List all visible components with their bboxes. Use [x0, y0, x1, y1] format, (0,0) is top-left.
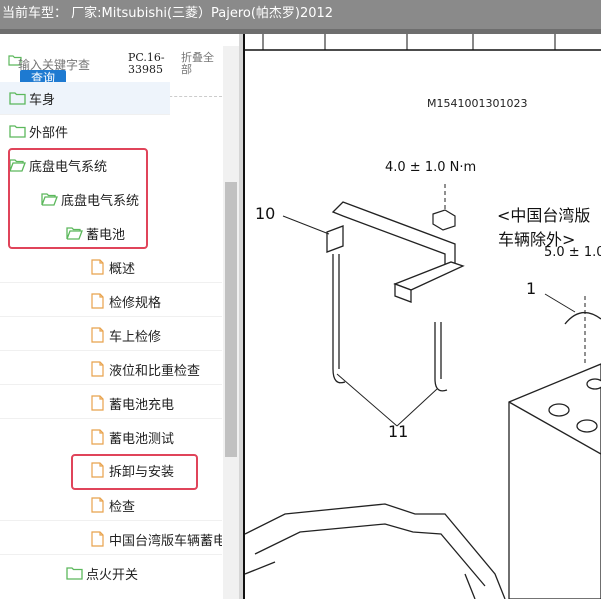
callout-1: 1 — [526, 279, 537, 298]
torque-label-top: 4.0 ± 1.0 N·m — [385, 160, 477, 175]
tree-item-ignition-switch[interactable]: 点火开关 — [0, 557, 222, 589]
tree-item-exterior[interactable]: 外部件 — [0, 115, 170, 147]
tree-item-label: 车上检修 — [109, 329, 162, 345]
callout-10: 10 — [255, 204, 276, 223]
divider — [0, 418, 222, 419]
tree-item-label: 点火开关 — [86, 567, 139, 583]
tree-item-label: 外部件 — [29, 125, 69, 141]
sidebar-scrollbar-thumb[interactable] — [225, 182, 237, 457]
tree-item-label: 蓄电池充电 — [109, 397, 175, 413]
sidebar-tree-panel: 查询 PC.16-33985 折叠全部 车身 外部件 底盘电气系统 底盘电气系统… — [0, 34, 239, 599]
document-icon — [91, 531, 104, 547]
pc-code-label: PC.16-33985 — [128, 51, 165, 76]
tree-item-overview[interactable]: 概述 — [0, 251, 222, 283]
divider — [0, 520, 222, 521]
window-title-bar: 当前车型： 厂家:Mitsubishi(三菱）Pajero(帕杰罗)2012 — [0, 0, 601, 34]
content-diagram-panel: M1541001301023 4.0 ± 1.0 N·m 5.0 ± 1.0 <… — [245, 34, 601, 599]
folder-icon — [9, 125, 26, 138]
tree-item-label: 检查 — [109, 499, 136, 515]
divider — [0, 554, 222, 555]
document-icon — [91, 429, 104, 445]
callout-11: 11 — [388, 422, 409, 441]
divider — [0, 282, 222, 283]
collapse-all-button[interactable]: 折叠全部 — [181, 52, 221, 76]
note-line-1: <中国台湾版 — [497, 206, 591, 225]
document-icon — [91, 293, 104, 309]
tree-item-inspection[interactable]: 检查 — [0, 489, 222, 521]
document-icon — [91, 259, 104, 275]
note-line-2: 车辆除外> — [498, 230, 576, 249]
highlight-box-removal-installation — [71, 454, 198, 490]
tree-item-label: 中国台湾版车辆蓄电 — [109, 533, 222, 549]
tree-item-battery-charging[interactable]: 蓄电池充电 — [0, 387, 222, 419]
divider — [0, 316, 222, 317]
diagram-code: M1541001301023 — [427, 97, 528, 110]
tree-item-on-vehicle-service[interactable]: 车上检修 — [0, 319, 222, 351]
tree-item-label: 蓄电池测试 — [109, 431, 175, 447]
tree-item-label: 车身 — [29, 92, 56, 108]
tree-item-taiwan-battery[interactable]: 中国台湾版车辆蓄电 — [0, 523, 222, 555]
document-icon — [91, 395, 104, 411]
tree-item-label: 概述 — [109, 261, 136, 277]
folder-icon — [9, 92, 26, 105]
divider — [0, 350, 222, 351]
divider — [0, 384, 222, 385]
tree-item-body[interactable]: 车身 — [0, 82, 170, 114]
battery-diagram — [245, 34, 601, 599]
tree-item-battery-test[interactable]: 蓄电池测试 — [0, 421, 222, 453]
document-icon — [91, 497, 104, 513]
highlight-box-chassis-group — [8, 148, 148, 249]
folder-icon — [66, 567, 83, 580]
document-icon — [91, 327, 104, 343]
tree-item-label: 检修规格 — [109, 295, 162, 311]
document-icon — [91, 361, 104, 377]
window-title: 当前车型： 厂家:Mitsubishi(三菱）Pajero(帕杰罗)2012 — [2, 6, 334, 21]
divider — [0, 114, 170, 115]
tree-item-service-specs[interactable]: 检修规格 — [0, 285, 222, 317]
tree-item-fluid-level-check[interactable]: 液位和比重检查 — [0, 353, 222, 385]
tree-item-label: 液位和比重检查 — [109, 363, 201, 379]
